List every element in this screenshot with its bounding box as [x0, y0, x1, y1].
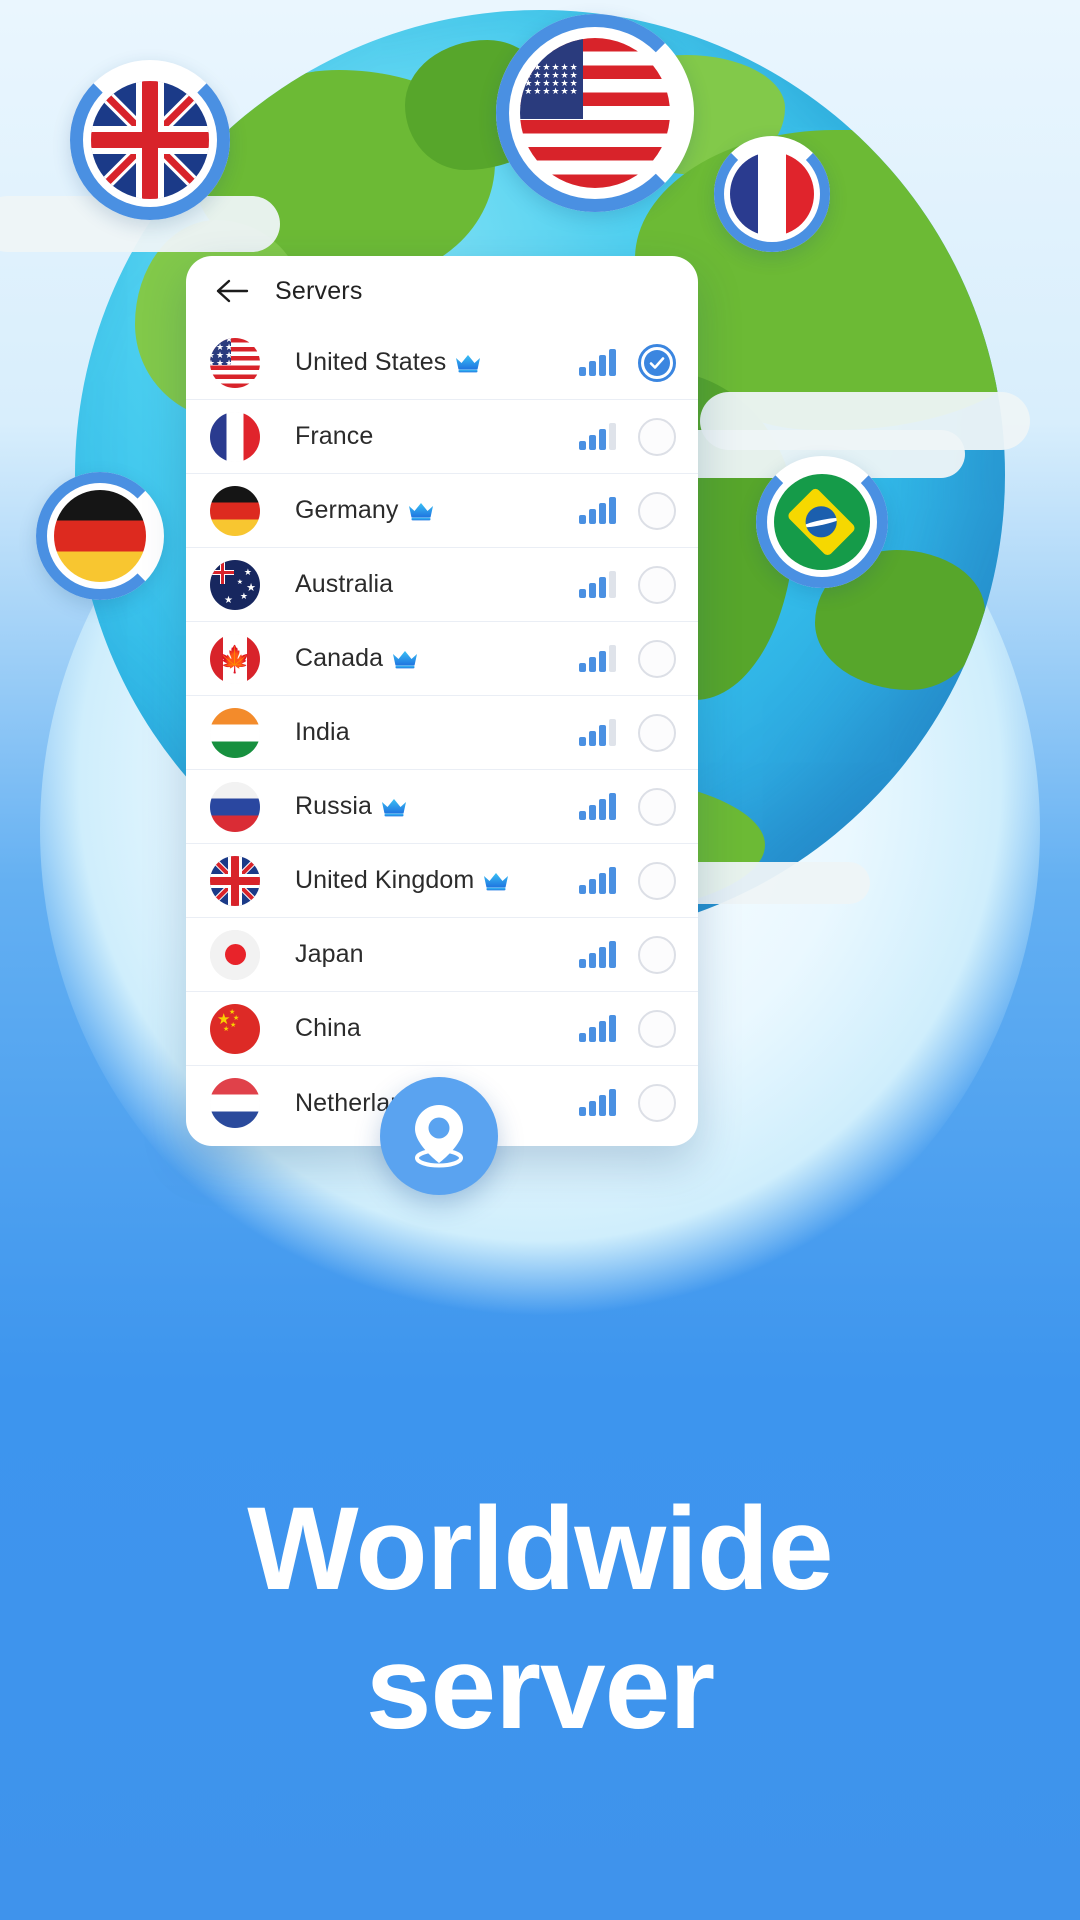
card-header: Servers: [186, 256, 698, 326]
server-country-name: India: [295, 718, 350, 747]
country-label: France: [295, 422, 374, 450]
server-radio[interactable]: [638, 935, 676, 974]
location-pin-button[interactable]: [380, 1077, 498, 1195]
headline-line-2: server: [365, 1622, 715, 1755]
signal-strength-icon: [579, 940, 616, 968]
country-label: Canada: [295, 644, 384, 672]
server-row[interactable]: ★★★★★★★★★★★★★★★★★★★★ United States: [186, 326, 698, 400]
signal-strength-icon: [579, 718, 616, 746]
signal-strength-icon: [579, 1089, 616, 1116]
jp-flag-icon: [210, 929, 260, 980]
us-flag-icon: ★★★★★★★★★★★★★★★★★★★★: [210, 337, 260, 388]
cloud-right: [700, 392, 1030, 450]
country-label: Australia: [295, 570, 394, 598]
crown-icon: [484, 872, 509, 890]
headline-line-1: Worldwide: [247, 1483, 833, 1615]
server-radio[interactable]: [638, 417, 676, 456]
server-row[interactable]: India: [186, 696, 698, 770]
check-icon: [649, 356, 665, 369]
server-row[interactable]: ★ ★ ★ ★ ★ Australia: [186, 548, 698, 622]
signal-strength-icon: [579, 866, 616, 894]
server-country-name: Canada: [295, 644, 418, 673]
location-pin-icon: [415, 1105, 463, 1168]
country-label: United States: [295, 348, 447, 376]
us-flag-icon: ★★★★★★ ★★★★★★ ★★★★★★ ★★★★★★: [520, 38, 670, 188]
server-radio[interactable]: [638, 1009, 676, 1048]
server-radio[interactable]: [638, 639, 676, 678]
server-radio[interactable]: [638, 1084, 676, 1122]
signal-strength-icon: [579, 792, 616, 820]
headline: Worldwide server: [0, 1480, 1080, 1758]
server-radio[interactable]: [638, 565, 676, 604]
server-row[interactable]: Japan: [186, 918, 698, 992]
arrow-left-icon[interactable]: [210, 268, 256, 314]
de-flag-icon: [54, 490, 146, 582]
server-radio-selected[interactable]: [638, 343, 676, 382]
server-country-name: France: [295, 422, 373, 451]
uk-flag-icon: [210, 855, 260, 906]
crown-icon: [408, 502, 433, 520]
country-label: Russia: [295, 792, 373, 820]
signal-strength-icon: [579, 422, 616, 450]
signal-strength-icon: [579, 348, 616, 376]
server-row[interactable]: 🍁 Canada: [186, 622, 698, 696]
server-list: ★★★★★★★★★★★★★★★★★★★★ United States France G…: [186, 326, 698, 1140]
uk-flag-badge: [70, 60, 230, 220]
country-label: India: [295, 718, 350, 746]
server-country-name: Japan: [295, 940, 364, 969]
de-flag-icon: [210, 485, 260, 536]
signal-strength-icon: [579, 570, 616, 598]
br-flag-badge: [756, 456, 888, 588]
server-row[interactable]: Russia: [186, 770, 698, 844]
server-row[interactable]: Germany: [186, 474, 698, 548]
de-flag-badge: [36, 472, 164, 600]
crown-icon: [382, 798, 407, 816]
crown-icon: [456, 354, 481, 372]
server-row[interactable]: United Kingdom: [186, 844, 698, 918]
server-radio[interactable]: [638, 713, 676, 752]
page-title: Servers: [275, 276, 363, 305]
country-label: Japan: [295, 940, 364, 968]
signal-strength-icon: [579, 644, 616, 672]
server-row[interactable]: France: [186, 400, 698, 474]
signal-strength-icon: [579, 496, 616, 524]
fr-flag-icon: [730, 152, 814, 236]
country-label: Germany: [295, 496, 399, 524]
server-country-name: Germany: [295, 496, 434, 525]
country-label: United Kingdom: [295, 866, 475, 894]
server-radio[interactable]: [638, 861, 676, 900]
signal-strength-icon: [579, 1014, 616, 1042]
uk-flag-icon: [91, 81, 209, 199]
br-flag-icon: [774, 474, 870, 570]
servers-card: Servers ★★★★★★★★★★★★★★★★★★★★ United State…: [186, 256, 698, 1146]
cn-flag-icon: ★ ★ ★ ★ ★: [210, 1003, 260, 1054]
server-radio[interactable]: [638, 491, 676, 530]
fr-flag-badge: [714, 136, 830, 252]
au-flag-icon: ★ ★ ★ ★ ★: [210, 559, 260, 610]
server-radio[interactable]: [638, 787, 676, 826]
country-label: China: [295, 1014, 361, 1042]
us-flag-badge: ★★★★★★ ★★★★★★ ★★★★★★ ★★★★★★: [496, 14, 694, 212]
server-country-name: Russia: [295, 792, 407, 821]
server-country-name: United Kingdom: [295, 866, 509, 895]
in-flag-icon: [210, 707, 260, 758]
server-country-name: United States: [295, 348, 481, 377]
nl-flag-icon: [210, 1078, 260, 1128]
server-country-name: China: [295, 1014, 361, 1043]
server-country-name: Australia: [295, 570, 393, 599]
fr-flag-icon: [210, 411, 260, 462]
ca-flag-icon: 🍁: [210, 633, 260, 684]
ru-flag-icon: [210, 781, 260, 832]
crown-icon: [393, 650, 418, 668]
server-row[interactable]: ★ ★ ★ ★ ★ China: [186, 992, 698, 1066]
